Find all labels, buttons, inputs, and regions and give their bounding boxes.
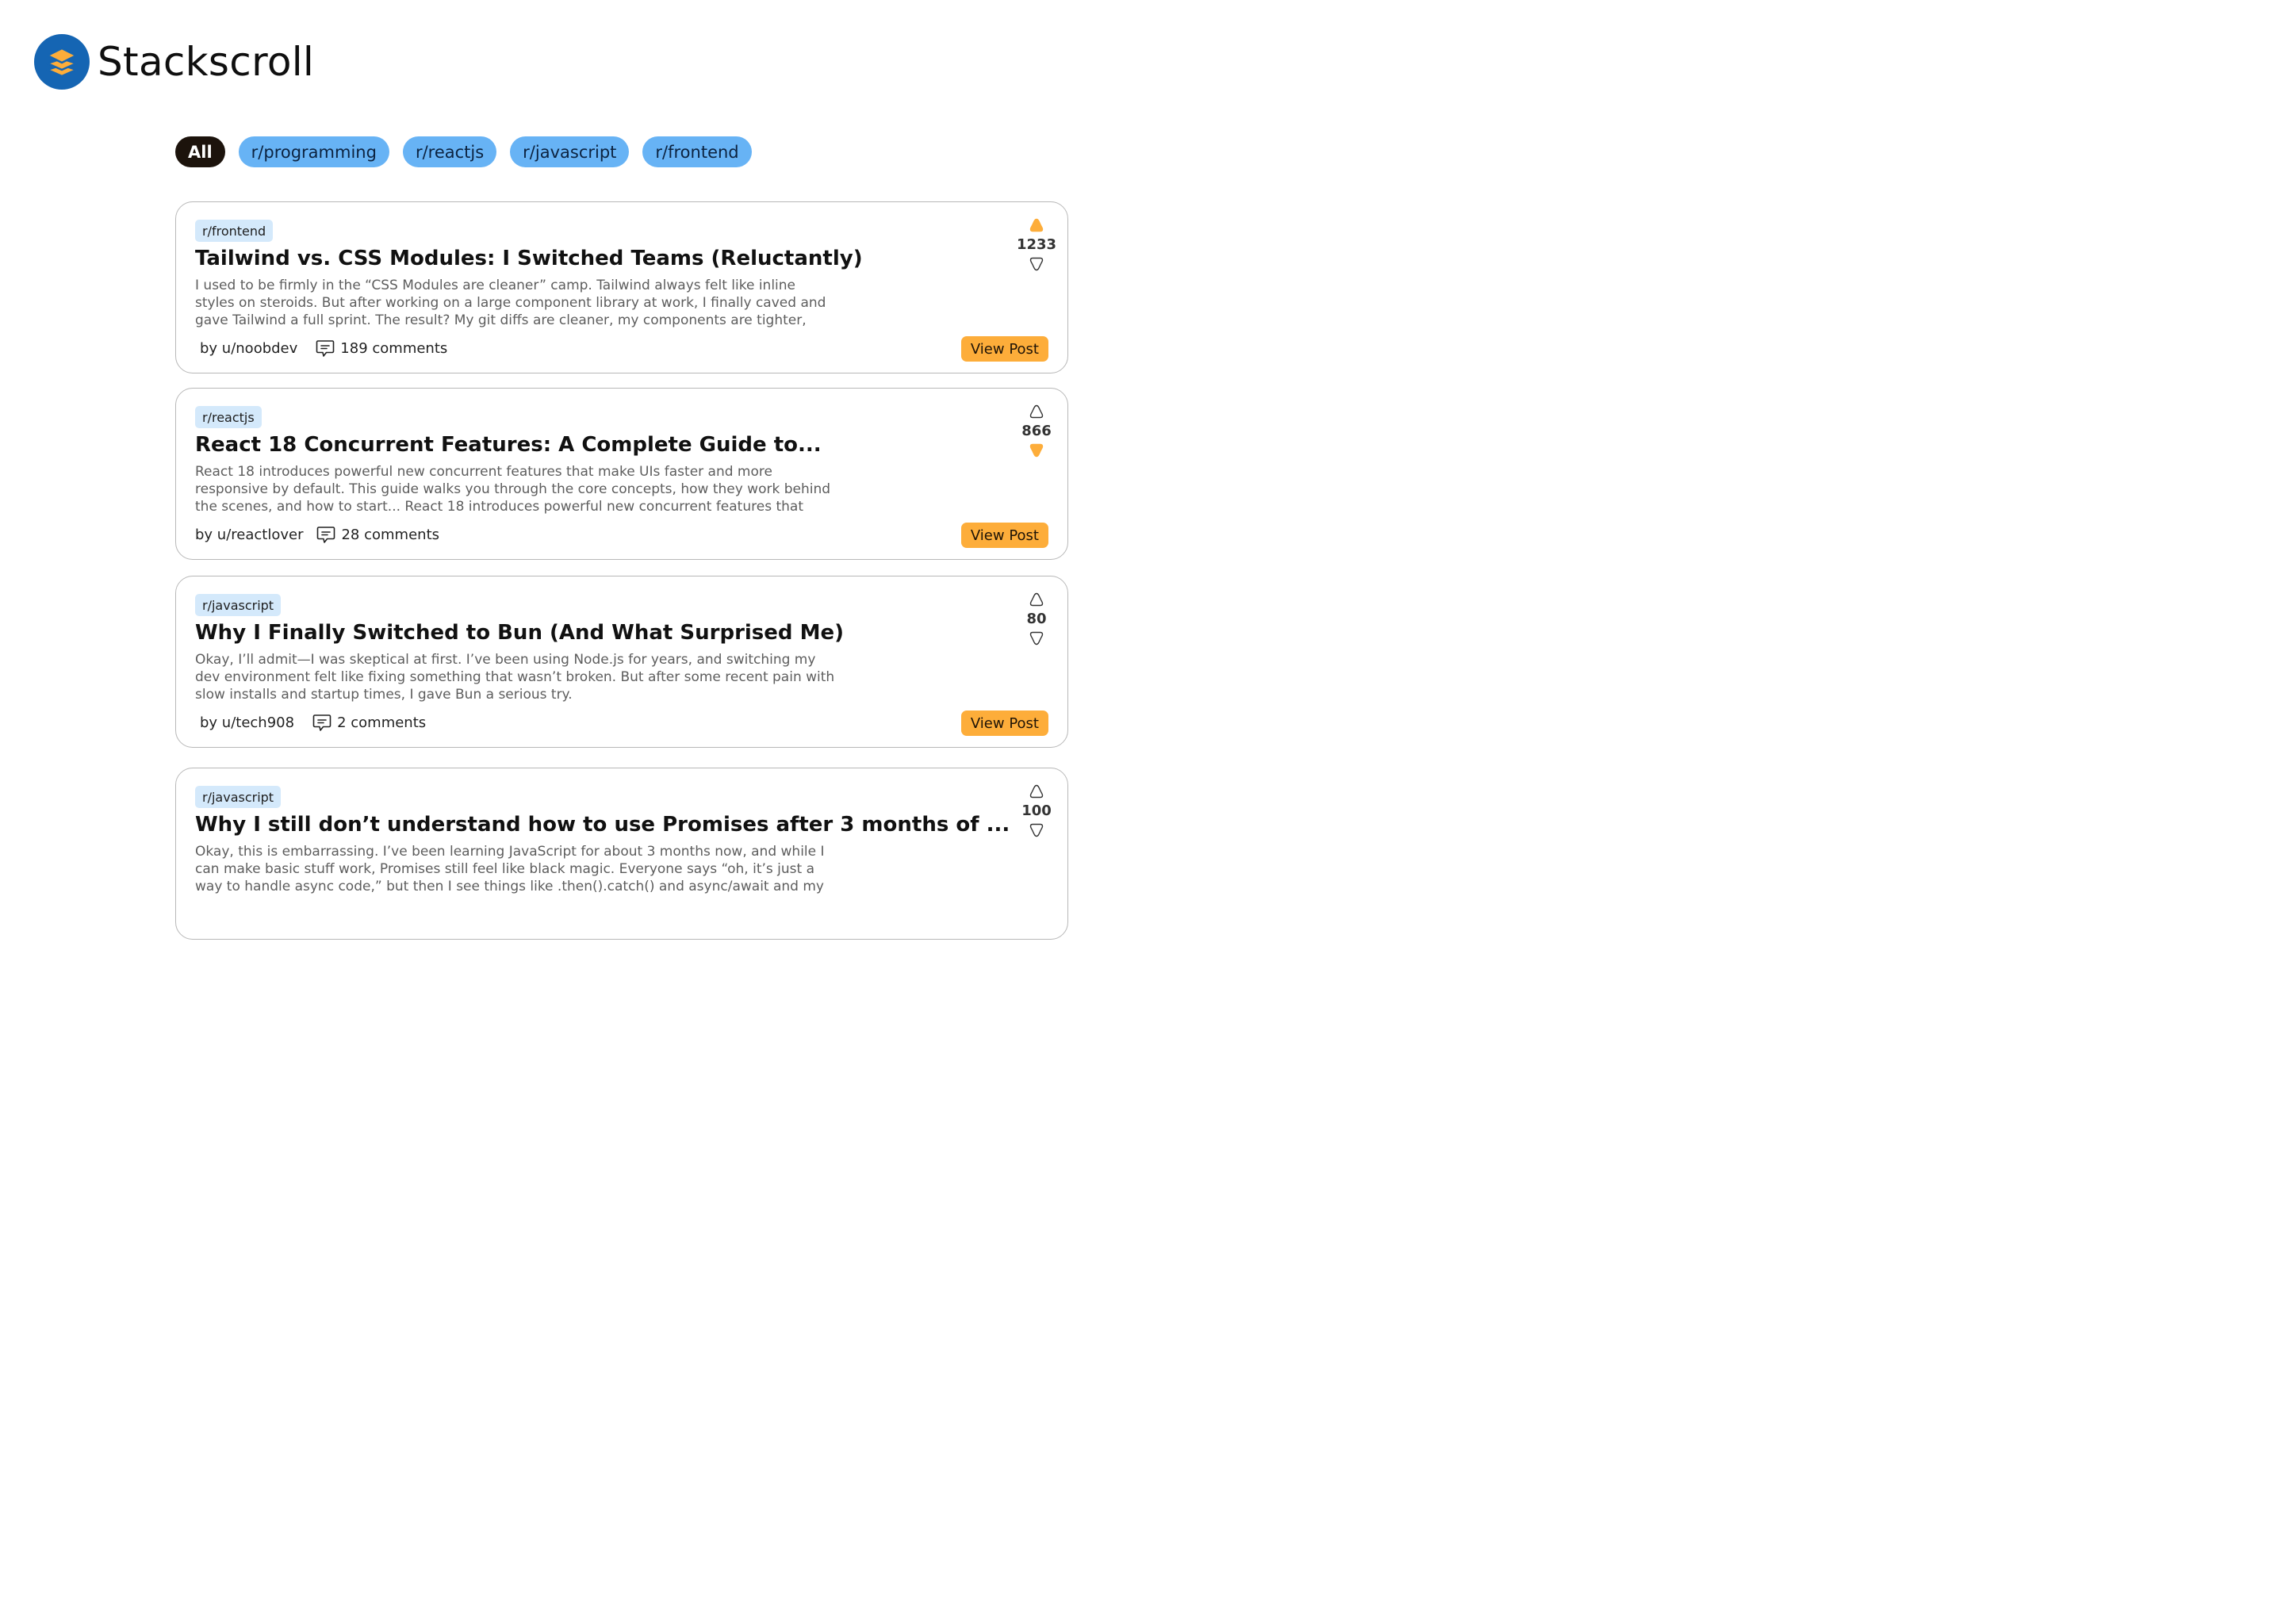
comment-count: 2 comments: [337, 714, 427, 731]
post-excerpt: Okay, I’ll admit—I was skeptical at firs…: [195, 652, 835, 703]
vote-panel: 866: [1009, 403, 1064, 459]
vote-score: 80: [1026, 611, 1047, 627]
upvote-icon[interactable]: [1028, 783, 1045, 800]
upvote-icon[interactable]: [1028, 591, 1045, 608]
post-author[interactable]: by u/reactlover: [195, 527, 303, 543]
upvote-icon[interactable]: [1028, 403, 1045, 420]
view-post-button[interactable]: View Post: [960, 336, 1048, 362]
comment-icon: [317, 527, 335, 543]
post-card: r/javascript Why I Finally Switched to B…: [175, 576, 1068, 748]
comment-icon: [316, 340, 335, 357]
post-meta: by u/reactlover 28 comments: [195, 524, 439, 545]
post-excerpt: React 18 introduces powerful new concurr…: [195, 464, 831, 515]
comment-count: 189 comments: [340, 339, 448, 357]
post-title[interactable]: Why I Finally Switched to Bun (And What …: [195, 621, 844, 645]
view-post-button[interactable]: View Post: [960, 710, 1048, 736]
post-card: r/javascript Why I still don’t understan…: [175, 768, 1068, 940]
post-title[interactable]: React 18 Concurrent Features: A Complete…: [195, 433, 822, 457]
vote-score: 866: [1021, 423, 1052, 439]
filter-chip-reactjs[interactable]: r/reactjs: [402, 136, 497, 167]
vote-panel: 80: [1009, 591, 1064, 647]
post-author[interactable]: by u/noobdev: [200, 340, 297, 357]
post-title[interactable]: Why I still don’t understand how to use …: [195, 813, 1010, 837]
vote-score: 1233: [1016, 236, 1057, 253]
post-excerpt: I used to be firmly in the “CSS Modules …: [195, 278, 826, 328]
post-card: r/reactjs React 18 Concurrent Features: …: [175, 388, 1068, 560]
brand-name[interactable]: Stackscroll: [98, 39, 314, 85]
vote-panel: 1233: [1009, 216, 1064, 273]
filter-chip-javascript[interactable]: r/javascript: [510, 136, 630, 167]
comments-link[interactable]: 2 comments: [312, 712, 426, 733]
vote-score: 100: [1021, 802, 1052, 819]
post-meta: by u/noobdev 189 comments: [200, 338, 447, 358]
subreddit-tag[interactable]: r/frontend: [195, 220, 274, 242]
post-author[interactable]: by u/tech908: [200, 714, 294, 731]
stack-logo-icon[interactable]: [34, 34, 90, 90]
view-post-button[interactable]: View Post: [960, 523, 1048, 548]
filter-chip-frontend[interactable]: r/frontend: [642, 136, 752, 167]
vote-panel: 100: [1009, 783, 1064, 839]
filter-chip-all[interactable]: All: [175, 136, 225, 167]
subreddit-tag[interactable]: r/javascript: [195, 786, 282, 808]
subreddit-tag[interactable]: r/reactjs: [195, 406, 262, 428]
post-title[interactable]: Tailwind vs. CSS Modules: I Switched Tea…: [195, 247, 863, 270]
upvote-icon[interactable]: [1028, 216, 1045, 234]
comments-link[interactable]: 189 comments: [315, 338, 447, 358]
downvote-icon[interactable]: [1028, 822, 1045, 839]
post-excerpt: Okay, this is embarrassing. I’ve been le…: [195, 844, 825, 894]
app-header: Stackscroll: [34, 34, 314, 90]
comments-link[interactable]: 28 comments: [316, 524, 439, 545]
subreddit-tag[interactable]: r/javascript: [195, 594, 282, 616]
comment-icon: [312, 714, 331, 731]
downvote-icon[interactable]: [1028, 255, 1045, 273]
post-card: r/frontend Tailwind vs. CSS Modules: I S…: [175, 201, 1068, 373]
comment-count: 28 comments: [341, 526, 440, 543]
post-meta: by u/tech908 2 comments: [200, 712, 426, 733]
filter-chip-programming[interactable]: r/programming: [238, 136, 389, 167]
downvote-icon[interactable]: [1028, 630, 1045, 647]
subreddit-filter-bar: All r/programming r/reactjs r/javascript…: [175, 136, 752, 167]
downvote-icon[interactable]: [1028, 442, 1045, 459]
